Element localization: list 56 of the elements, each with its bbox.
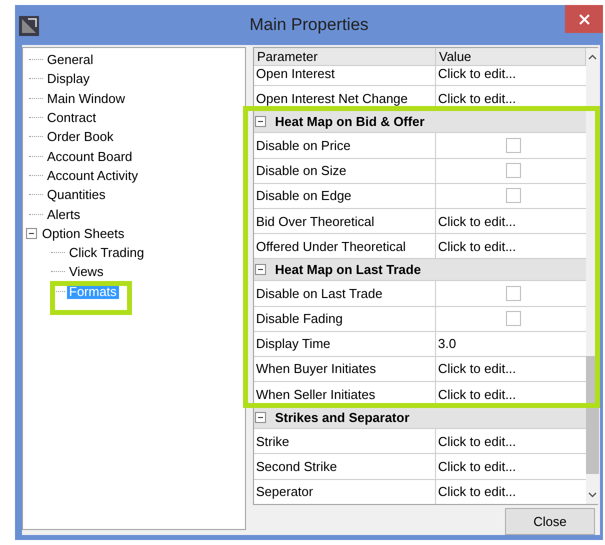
parameter-cell: Offered Under Theoretical bbox=[254, 234, 436, 258]
group-title: Strikes and Separator bbox=[275, 410, 410, 426]
parameter-cell: Disable on Last Trade bbox=[254, 281, 436, 306]
window-title: Main Properties bbox=[249, 15, 369, 35]
app-icon bbox=[19, 16, 39, 36]
parameter-cell: Disable on Edge bbox=[254, 184, 436, 208]
value-cell[interactable]: Click to edit... bbox=[436, 480, 586, 504]
parameter-cell: Seperator bbox=[254, 480, 436, 504]
tree-item[interactable]: Account Activity bbox=[45, 168, 140, 183]
tree-item[interactable]: Views bbox=[67, 264, 106, 280]
parameter-cell: Disable on Price bbox=[254, 133, 436, 158]
parameter-cell: Strike bbox=[254, 429, 436, 454]
parameter-cell: When Seller Initiates bbox=[254, 382, 436, 406]
scroll-down-icon[interactable] bbox=[588, 492, 597, 498]
parameter-cell: Disable Fading bbox=[254, 306, 436, 331]
tree-item[interactable]: Quantities bbox=[45, 187, 108, 202]
tree-item[interactable]: Option Sheets bbox=[40, 226, 126, 241]
tree-item[interactable]: Contract bbox=[45, 110, 98, 126]
value-cell[interactable]: 3.0 bbox=[436, 332, 586, 356]
collapse-icon[interactable] bbox=[255, 264, 266, 276]
value-cell[interactable]: Click to edit... bbox=[436, 66, 586, 86]
tree-item[interactable]: Main Window bbox=[45, 90, 128, 106]
parameter-cell: Display Time bbox=[254, 332, 436, 356]
column-header[interactable]: Parameter bbox=[254, 48, 436, 65]
parameter-cell: Disable on Size bbox=[254, 158, 436, 183]
value-cell[interactable]: Click to edit... bbox=[436, 382, 586, 406]
value-cell[interactable]: Click to edit... bbox=[436, 429, 586, 454]
scroll-up-icon[interactable] bbox=[588, 54, 597, 60]
value-cell[interactable]: Click to edit... bbox=[436, 454, 586, 479]
value-cell[interactable]: Click to edit... bbox=[436, 86, 586, 110]
value-cell[interactable]: Click to edit... bbox=[436, 234, 586, 258]
group-title: Heat Map on Bid & Offer bbox=[275, 114, 425, 130]
collapse-icon[interactable] bbox=[255, 412, 266, 424]
tree-item[interactable]: Account Board bbox=[45, 148, 134, 164]
tree-item[interactable]: General bbox=[45, 52, 96, 68]
close-icon[interactable] bbox=[565, 5, 603, 33]
value-cell[interactable]: Click to edit... bbox=[436, 356, 586, 382]
value-cell[interactable]: Click to edit... bbox=[436, 208, 586, 234]
collapse-icon[interactable] bbox=[26, 228, 37, 239]
checkbox[interactable] bbox=[506, 163, 520, 178]
tree-item[interactable]: Click Trading bbox=[67, 245, 146, 260]
parameter-cell: Open Interest Net Change bbox=[254, 86, 436, 110]
group-title: Heat Map on Last Trade bbox=[275, 262, 421, 278]
checkbox[interactable] bbox=[506, 138, 520, 153]
checkbox[interactable] bbox=[506, 311, 520, 326]
collapse-icon[interactable] bbox=[255, 116, 266, 128]
tree-item[interactable]: Alerts bbox=[45, 206, 82, 222]
parameter-cell: Second Strike bbox=[254, 454, 436, 479]
parameter-cell: Open Interest bbox=[254, 66, 436, 86]
parameter-cell: When Buyer Initiates bbox=[254, 356, 436, 382]
tree-item[interactable]: Order Book bbox=[45, 129, 116, 144]
parameter-cell: Bid Over Theoretical bbox=[254, 208, 436, 234]
checkbox[interactable] bbox=[506, 188, 520, 204]
checkbox[interactable] bbox=[506, 286, 520, 301]
tree-item[interactable]: Display bbox=[45, 71, 92, 86]
close-button[interactable]: Close bbox=[505, 508, 595, 535]
